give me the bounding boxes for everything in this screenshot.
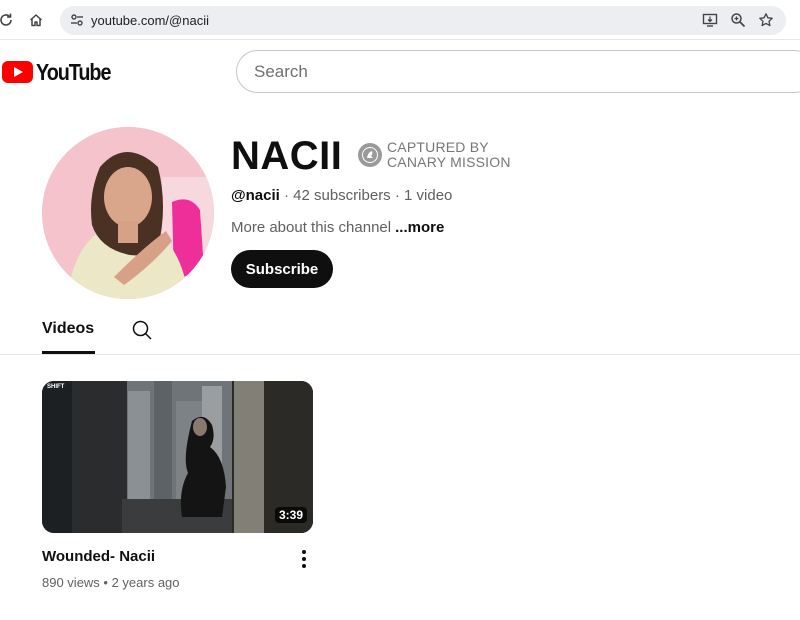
home-icon[interactable] bbox=[25, 9, 47, 31]
browser-toolbar: youtube.com/@nacii bbox=[0, 0, 800, 40]
reload-icon[interactable] bbox=[0, 9, 17, 31]
youtube-play-icon bbox=[2, 61, 33, 83]
youtube-logo[interactable]: YouTube bbox=[2, 59, 123, 85]
subscribe-button[interactable]: Subscribe bbox=[231, 250, 333, 288]
channel-stats: · 42 subscribers · 1 video bbox=[279, 187, 453, 204]
more-actions-icon[interactable] bbox=[296, 548, 312, 570]
badge-line2: CANARY MISSION bbox=[387, 154, 511, 170]
video-title[interactable]: Wounded- Nacii bbox=[42, 548, 155, 565]
site-settings-icon[interactable] bbox=[67, 10, 87, 30]
video-duration: 3:39 bbox=[274, 507, 307, 523]
channel-name: NACII bbox=[231, 134, 343, 178]
zoom-icon[interactable] bbox=[728, 10, 748, 30]
logo-text: YouTube bbox=[36, 58, 111, 85]
more-link[interactable]: ...more bbox=[395, 219, 444, 236]
video-thumbnail[interactable]: SHIFT 3:39 bbox=[42, 381, 313, 533]
url-text: youtube.com/@nacii bbox=[91, 13, 209, 28]
tab-videos[interactable]: Videos bbox=[42, 320, 94, 338]
search-box[interactable] bbox=[236, 50, 800, 93]
tabs-divider bbox=[0, 354, 800, 355]
install-app-icon[interactable] bbox=[700, 10, 720, 30]
channel-about[interactable]: More about this channel ...more bbox=[231, 219, 444, 236]
search-input[interactable] bbox=[254, 61, 754, 83]
badge-line1: CAPTURED BY bbox=[387, 139, 489, 155]
channel-handle: @nacii bbox=[231, 187, 280, 204]
channel-meta: @nacii · 42 subscribers · 1 video bbox=[231, 187, 452, 204]
bookmark-star-icon[interactable] bbox=[756, 10, 776, 30]
video-meta: 890 views • 2 years ago bbox=[42, 575, 180, 590]
about-text: More about this channel bbox=[231, 219, 392, 236]
thumbnail-brand-tag: SHIFT bbox=[47, 384, 65, 390]
address-bar[interactable]: youtube.com/@nacii bbox=[60, 6, 786, 35]
canary-mission-badge[interactable]: CAPTURED BY CANARY MISSION bbox=[358, 140, 511, 170]
canary-seal-icon bbox=[358, 143, 382, 167]
search-icon[interactable] bbox=[130, 318, 154, 342]
channel-avatar[interactable] bbox=[42, 127, 214, 299]
